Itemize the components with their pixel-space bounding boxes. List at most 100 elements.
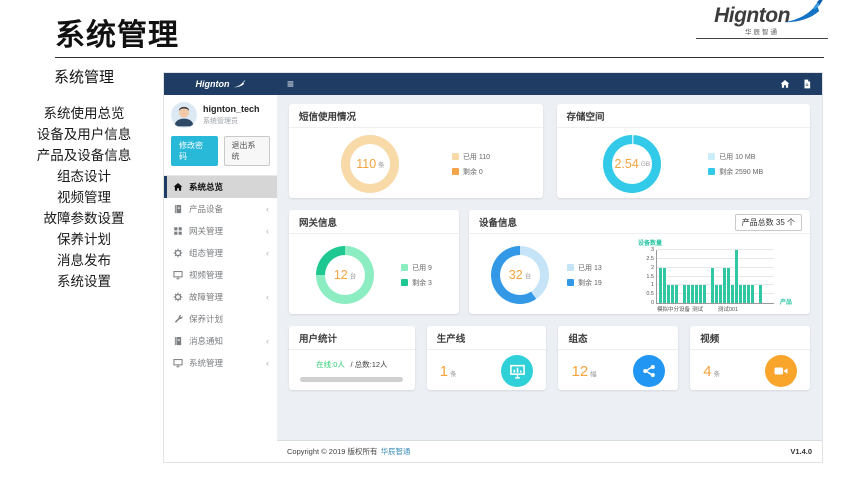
bar <box>731 285 734 303</box>
gateway-donut-chart: 12台 <box>316 246 374 304</box>
scada-unit: 幅 <box>590 371 597 378</box>
legend-label: 已用 9 <box>412 263 432 273</box>
change-password-button[interactable]: 修改密码 <box>171 136 218 166</box>
file-log-icon[interactable] <box>802 79 812 89</box>
video-count: 4 <box>703 363 711 380</box>
logout-button[interactable]: 退出系统 <box>224 136 271 166</box>
gear-icon <box>173 292 183 302</box>
menu-label: 系统管理 <box>189 357 223 369</box>
bar <box>671 285 674 303</box>
y-tick-label: 3 <box>651 247 654 253</box>
card-title: 组态 <box>558 326 678 350</box>
sidebar-menu: 系统总览 产品设备 ‹ 网关管理 ‹ 组态管理 <box>164 175 277 374</box>
menu-label: 网关管理 <box>189 225 223 237</box>
bar <box>663 268 666 303</box>
y-tick-label: 0 <box>651 300 654 306</box>
card-title: 生产线 <box>427 326 547 350</box>
copyright-text: Copyright © 2019 版权所有 <box>287 447 378 456</box>
bar <box>687 285 690 303</box>
product-device-bar-chart: 设备数量 00.511.522.53模拟中分设备测试测试001 产品 <box>630 238 802 318</box>
menu-label: 组态管理 <box>189 247 223 259</box>
legend-swatch <box>401 279 408 286</box>
outer-menu-item-device-user[interactable]: 设备及用户信息 <box>8 124 160 145</box>
y-tick-label: 0.5 <box>646 291 654 297</box>
wrench-icon <box>173 314 183 324</box>
card-title: 网关信息 <box>289 210 459 234</box>
device-value: 32 <box>509 268 523 282</box>
sidebar-toggle-hamburger-icon[interactable]: ≡ <box>287 77 294 91</box>
chevron-left-icon: ‹ <box>266 292 269 302</box>
user-role: 系统管理员 <box>203 116 260 126</box>
home-icon[interactable] <box>780 79 790 89</box>
x-tick-label: 测试001 <box>718 305 738 313</box>
menu-label: 消息通知 <box>189 335 223 347</box>
title-divider <box>55 57 824 58</box>
legend-label: 已用 13 <box>578 263 602 273</box>
app-navbar: Hignton ≡ <box>164 73 822 95</box>
gear-icon <box>173 248 183 258</box>
bar <box>667 285 670 303</box>
outer-menu-item-overview[interactable]: 系统使用总览 <box>8 103 160 124</box>
bar <box>695 285 698 303</box>
outer-menu-item-fault-params[interactable]: 故障参数设置 <box>8 208 160 229</box>
outer-menu-item-maintenance[interactable]: 保养计划 <box>8 229 160 250</box>
outer-menu-item-settings[interactable]: 系统设置 <box>8 271 160 292</box>
sidebar-item-gateway-management[interactable]: 网关管理 ‹ <box>164 220 277 242</box>
legend-label: 剩余 3 <box>412 278 432 288</box>
share-nodes-icon <box>641 363 657 379</box>
outer-menu-item-scada-design[interactable]: 组态设计 <box>8 166 160 187</box>
x-tick-label: 模拟中分设备 <box>657 305 690 313</box>
sidebar-item-message-notification[interactable]: 消息通知 ‹ <box>164 330 277 352</box>
outer-menu-item-video[interactable]: 视频管理 <box>8 187 160 208</box>
chevron-left-icon: ‹ <box>266 336 269 346</box>
outer-menu-item-product-device[interactable]: 产品及设备信息 <box>8 145 160 166</box>
legend-label: 剩余 19 <box>578 278 602 288</box>
video-card: 视频 4条 <box>690 326 810 390</box>
sidebar-item-scada-management[interactable]: 组态管理 ‹ <box>164 242 277 264</box>
video-camera-icon <box>773 363 789 379</box>
menu-label: 视频管理 <box>189 269 223 281</box>
legend-swatch <box>567 264 574 271</box>
gateway-unit: 台 <box>350 270 357 280</box>
storage-card: 存储空间 2.54GB 已用 10 MB 剩余 2590 MB <box>557 104 811 198</box>
sms-usage-card: 短信使用情况 110条 已用 110 剩余 0 <box>289 104 543 198</box>
bar <box>723 268 726 303</box>
outer-menu-item-message[interactable]: 消息发布 <box>8 250 160 271</box>
sidebar-item-system-management[interactable]: 系统管理 ‹ <box>164 352 277 374</box>
card-title: 短信使用情况 <box>289 104 543 128</box>
legend-swatch <box>708 168 715 175</box>
bar <box>719 285 722 303</box>
chart-x-axis-label: 产品 <box>780 297 792 306</box>
product-total-badge: 产品总数 35 个 <box>735 214 802 231</box>
user-avatar <box>171 102 197 128</box>
dashboard-content: 短信使用情况 110条 已用 110 剩余 0 <box>277 95 822 440</box>
home-icon <box>173 182 183 192</box>
card-title: 存储空间 <box>557 104 811 128</box>
chevron-left-icon: ‹ <box>266 204 269 214</box>
total-users-text: / 总数:12人 <box>350 360 387 369</box>
navbar-brand-text: Hignton <box>196 79 230 89</box>
scada-card: 组态 12幅 <box>558 326 678 390</box>
sidebar-item-fault-management[interactable]: 故障管理 ‹ <box>164 286 277 308</box>
sidebar-item-video-management[interactable]: 视频管理 <box>164 264 277 286</box>
sidebar-item-product-device[interactable]: 产品设备 ‹ <box>164 198 277 220</box>
legend-label: 已用 110 <box>463 152 490 162</box>
bar <box>711 268 714 303</box>
logo-text: Hignton <box>714 4 790 27</box>
monitor-chart-icon <box>509 363 526 380</box>
sidebar-item-system-overview[interactable]: 系统总览 <box>164 176 277 198</box>
storage-legend: 已用 10 MB 剩余 2590 MB <box>708 152 763 177</box>
device-bar-plot: 00.511.522.53模拟中分设备测试测试001 <box>656 250 774 304</box>
sidebar-item-maintenance-plan[interactable]: 保养计划 <box>164 308 277 330</box>
page-title: 系统管理 <box>55 10 179 54</box>
gateway-info-card: 网关信息 12台 已用 9 剩余 3 <box>289 210 459 314</box>
company-link[interactable]: 华辰智通 <box>381 447 411 456</box>
outer-nav-menu: 系统管理 系统使用总览 设备及用户信息 产品及设备信息 组态设计 视频管理 故障… <box>8 66 160 292</box>
bar-series <box>657 250 774 303</box>
legend-swatch <box>708 153 715 160</box>
logo-underline <box>696 38 828 39</box>
device-donut-chart: 32台 <box>491 246 549 304</box>
gateway-legend: 已用 9 剩余 3 <box>401 263 432 288</box>
navbar-brand[interactable]: Hignton <box>164 79 277 89</box>
bar <box>703 285 706 303</box>
